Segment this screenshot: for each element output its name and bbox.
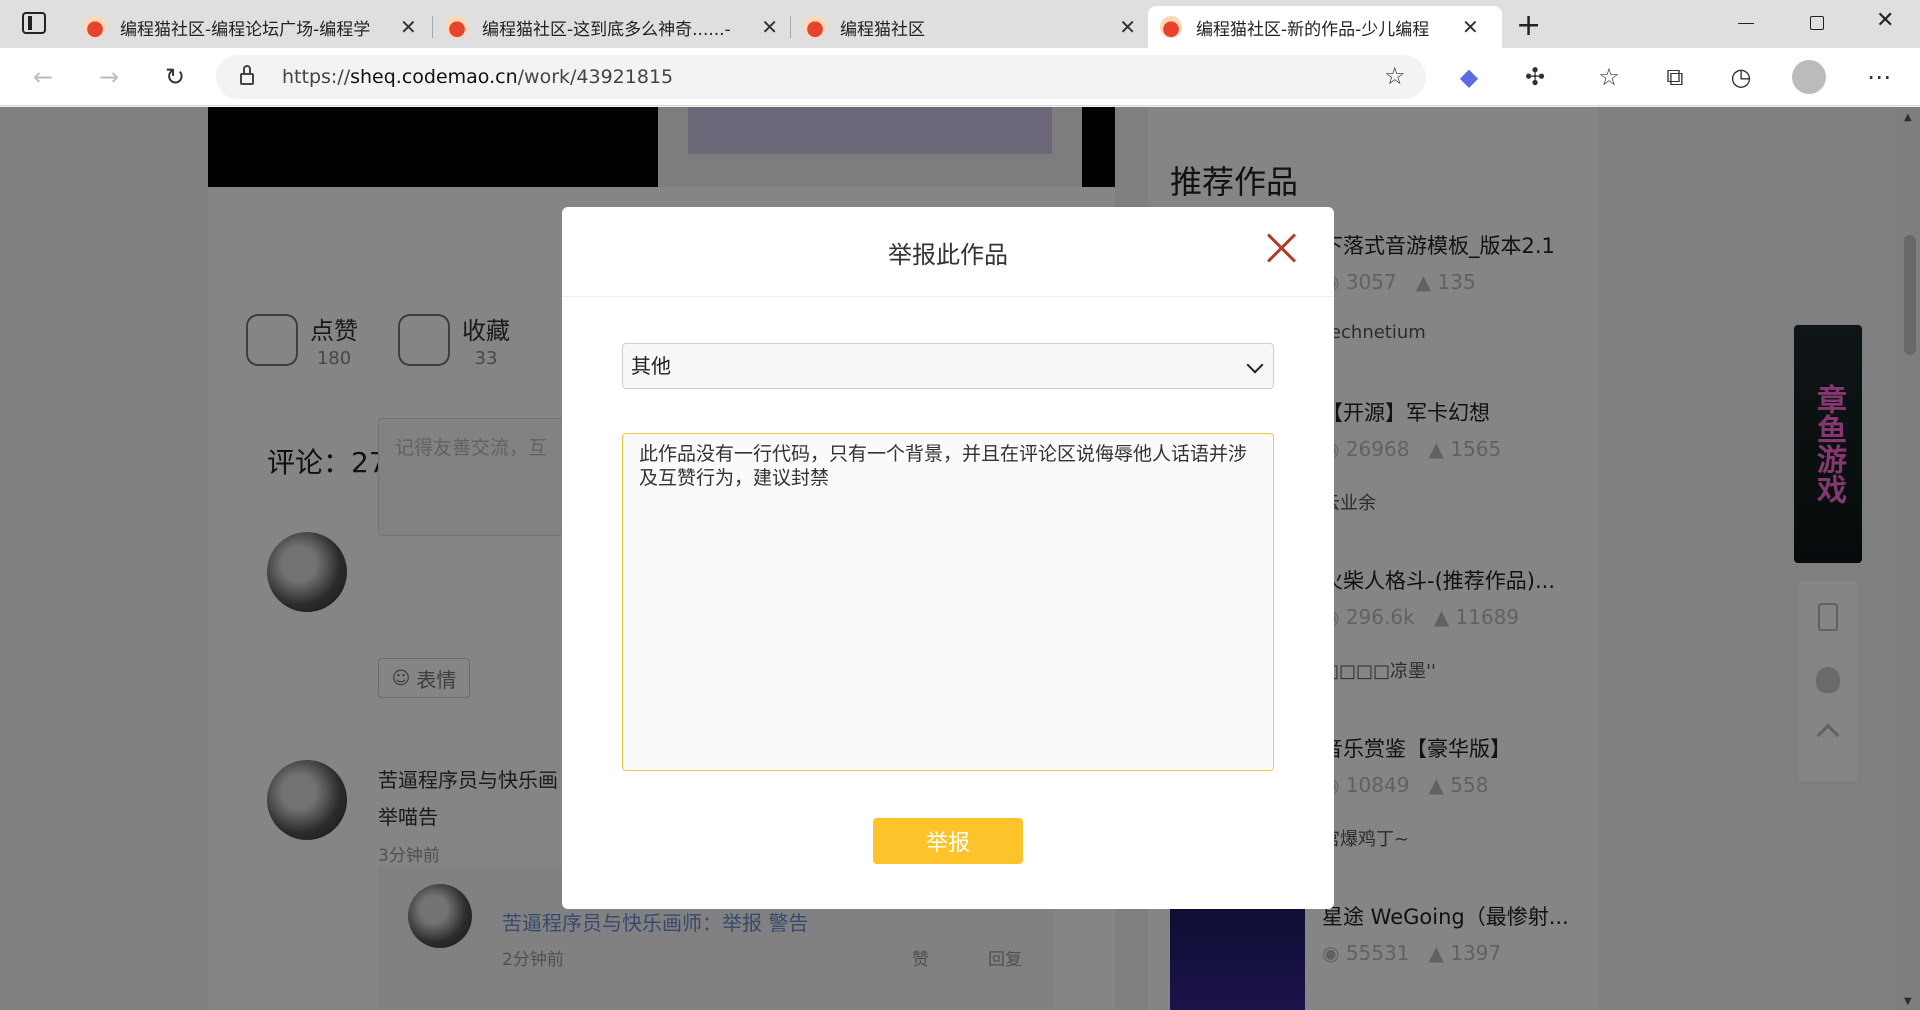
report-dialog: 举报此作品 其他 此作品没有一行代码，只有一个背景，并且在评论区说侮辱他人话语并…: [562, 207, 1334, 909]
favorites-icon[interactable]: ☆: [1594, 62, 1624, 92]
refresh-icon[interactable]: ↻: [160, 62, 190, 92]
url-scheme: https://: [282, 66, 351, 88]
back-icon[interactable]: ←: [28, 62, 58, 92]
close-tab-icon[interactable]: ✕: [1462, 15, 1479, 39]
tab-title: 编程猫社区-编程论坛广场-编程学: [120, 19, 371, 40]
profile-avatar[interactable]: [1792, 60, 1826, 94]
minimize-icon[interactable]: [1738, 23, 1754, 24]
extensions-puzzle-icon[interactable]: ✣: [1520, 62, 1550, 92]
extension-icon[interactable]: ◆: [1454, 62, 1484, 92]
close-tab-icon[interactable]: ✕: [761, 15, 778, 39]
url-host: sheq.codemao.cn: [350, 66, 518, 88]
lock-icon[interactable]: [240, 73, 254, 85]
history-icon[interactable]: ◷: [1726, 62, 1756, 92]
url-path: /work/43921815: [517, 66, 674, 88]
report-reason-value: 其他: [631, 354, 671, 378]
tab-4-active[interactable]: 编程猫社区-新的作品-少儿编程 ✕: [1148, 6, 1502, 48]
tab-title: 编程猫社区: [840, 19, 925, 40]
close-window-icon[interactable]: ✕: [1876, 8, 1894, 33]
chevron-down-icon: [1246, 356, 1264, 374]
close-icon[interactable]: [1264, 231, 1298, 265]
report-dialog-title: 举报此作品: [888, 241, 1008, 269]
tab-2[interactable]: 编程猫社区-这到底多么神奇......- ✕: [434, 6, 790, 48]
more-menu-icon[interactable]: ⋯: [1864, 62, 1894, 92]
report-description-input[interactable]: 此作品没有一行代码，只有一个背景，并且在评论区说侮辱他人话语并涉及互赞行为，建议…: [622, 433, 1274, 771]
close-tab-icon[interactable]: ✕: [1119, 15, 1136, 39]
forward-icon[interactable]: →: [94, 62, 124, 92]
tab-title: 编程猫社区-新的作品-少儿编程: [1196, 19, 1430, 40]
add-favorite-icon[interactable]: ☆: [1384, 62, 1406, 90]
report-submit-button[interactable]: 举报: [873, 818, 1023, 864]
tab-1[interactable]: 编程猫社区-编程论坛广场-编程学 ✕: [72, 6, 432, 48]
codemao-favicon-icon: [804, 16, 826, 38]
new-tab-icon[interactable]: +: [1516, 8, 1541, 43]
address-bar[interactable]: https://sheq.codemao.cn/work/43921815 ☆: [216, 55, 1426, 99]
report-dialog-header: 举报此作品: [562, 207, 1334, 297]
tab-strip: 编程猫社区-编程论坛广场-编程学 ✕ 编程猫社区-这到底多么神奇......- …: [0, 0, 1920, 48]
browser-toolbar: ← → ↻ https://sheq.codemao.cn/work/43921…: [0, 48, 1920, 106]
tab-title: 编程猫社区-这到底多么神奇......-: [482, 19, 731, 40]
codemao-favicon-icon: [446, 16, 468, 38]
codemao-favicon-icon: [1160, 16, 1182, 38]
report-reason-select[interactable]: 其他: [622, 343, 1274, 389]
url-text[interactable]: https://sheq.codemao.cn/work/43921815: [282, 66, 673, 88]
codemao-favicon-icon: [84, 16, 106, 38]
close-tab-icon[interactable]: ✕: [400, 15, 417, 39]
tab-3[interactable]: 编程猫社区 ✕: [792, 6, 1148, 48]
tab-actions-icon[interactable]: [22, 12, 46, 34]
restore-icon[interactable]: [1810, 16, 1824, 30]
collections-icon[interactable]: ⧉: [1660, 62, 1690, 92]
